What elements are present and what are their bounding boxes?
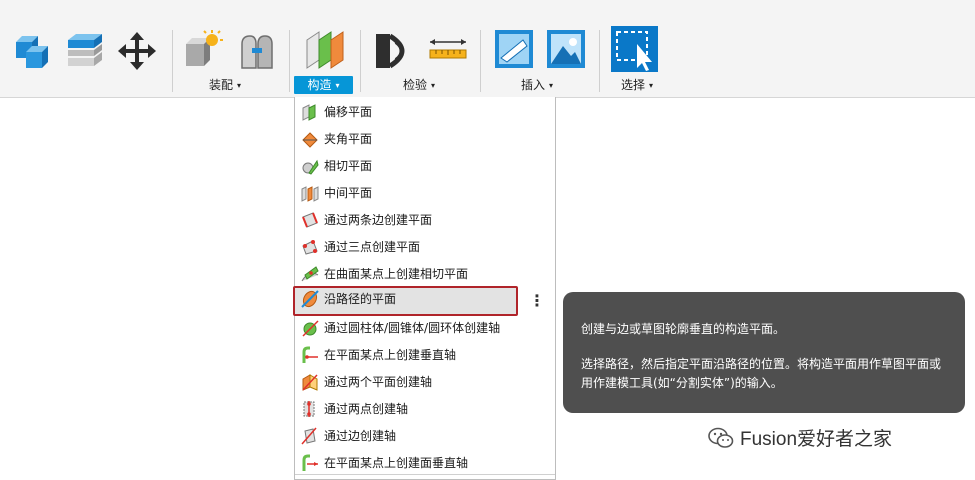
menu-item-axis-through-cylinder[interactable]: 通过圆柱体/圆锥体/圆环体创建轴 [295, 315, 555, 341]
menu-item-label: 中间平面 [324, 186, 373, 200]
menu-item-label: 通过三点创建平面 [324, 240, 421, 254]
menu-item-plane-through-three-points[interactable]: 通过三点创建平面 [295, 234, 555, 260]
menu-item-label: 偏移平面 [324, 105, 373, 119]
toolbar-separator [172, 30, 173, 92]
menu-item-label: 沿路径的平面 [324, 292, 397, 306]
group-label-text: 装配 [208, 78, 233, 92]
menu-item-label: 在平面某点上创建垂直轴 [324, 348, 457, 362]
move-icon[interactable] [118, 32, 156, 70]
toolbar-separator [289, 30, 290, 92]
caret-down-icon: ▾ [649, 81, 654, 90]
menu-item-label: 在平面某点上创建面垂直轴 [324, 456, 469, 470]
menu-item-label: 通过边创建轴 [324, 429, 397, 443]
plane-tangent-to-face-at-point-icon [301, 266, 319, 282]
menu-item-tangent-plane[interactable]: 相切平面 [295, 153, 555, 179]
measure-icon[interactable] [374, 30, 416, 72]
watermark-text: Fusion爱好者之家 [740, 429, 893, 450]
toolbar-separator [599, 30, 600, 92]
box-icon[interactable] [12, 30, 54, 72]
menu-item-axis-through-two-planes[interactable]: 通过两个平面创建轴 [295, 369, 555, 395]
menu-item-label: 通过两条边创建平面 [324, 213, 433, 227]
plane-through-three-points-icon [302, 240, 318, 255]
group-inspect[interactable]: 检验 ▾ [393, 76, 445, 94]
plane-along-path-icon [301, 290, 319, 308]
axis-through-two-points-icon [303, 401, 315, 417]
offset-plane-icon[interactable] [305, 28, 347, 72]
axis-through-cylinder-icon [302, 320, 319, 337]
new-component-icon[interactable] [182, 30, 224, 72]
midplane-icon [301, 186, 319, 202]
menu-item-plane-through-two-edges[interactable]: 通过两条边创建平面 [295, 207, 555, 233]
menu-item-label: 相切平面 [324, 159, 373, 173]
tooltip: 创建与边或草图轮廓垂直的构造平面。 选择路径，然后指定平面沿路径的位置。将构造平… [563, 292, 965, 413]
group-label-text: 插入 [520, 78, 545, 92]
menu-item-offset-plane[interactable]: 偏移平面 [295, 99, 555, 125]
axis-perpendicular-at-point-icon [302, 346, 318, 363]
caret-down-icon: ▾ [237, 81, 242, 90]
plane-at-angle-icon [302, 132, 318, 148]
group-label-text: 选择 [620, 78, 645, 92]
menu-item-axis-perpendicular-to-face[interactable]: 在平面某点上创建面垂直轴 [295, 450, 555, 476]
menu-item-plane-at-angle[interactable]: 夹角平面 [295, 126, 555, 152]
group-select[interactable]: 选择 ▾ [611, 76, 663, 94]
caret-down-icon: ▾ [549, 81, 554, 90]
insert-decal-icon[interactable] [493, 28, 535, 70]
tooltip-title: 创建与边或草图轮廓垂直的构造平面。 [581, 322, 786, 336]
menu-item-label: 通过圆柱体/圆锥体/圆环体创建轴 [324, 321, 501, 335]
toolbar-separator [360, 30, 361, 92]
group-insert[interactable]: 插入 ▾ [511, 76, 563, 94]
caret-down-icon: ▾ [431, 81, 436, 90]
menu-item-midplane[interactable]: 中间平面 [295, 180, 555, 206]
menu-item-label: 夹角平面 [324, 132, 373, 146]
group-label-text: 检验 [402, 78, 427, 92]
toolbar: 构造 ▾ 装配 ▾ 检验 ▾ 插入 ▾ 选择 ▾ [0, 0, 975, 98]
axis-perpendicular-to-face-icon [302, 454, 318, 471]
menu-divider [295, 474, 555, 475]
group-label-text: 构造 [307, 78, 332, 92]
group-assemble[interactable]: 装配 ▾ [200, 76, 250, 94]
axis-through-two-planes-icon [302, 374, 318, 391]
offset-plane-icon [302, 104, 316, 121]
watermark: Fusion爱好者之家 [708, 424, 892, 454]
menu-item-axis-through-edge[interactable]: 通过边创建轴 [295, 423, 555, 449]
menu-item-axis-through-two-points[interactable]: 通过两点创建轴 [295, 396, 555, 422]
menu-item-axis-perpendicular-at-point[interactable]: 在平面某点上创建垂直轴 [295, 342, 555, 368]
plane-through-two-edges-icon [302, 212, 318, 228]
axis-through-edge-icon [301, 427, 317, 445]
joint-icon[interactable] [236, 30, 276, 72]
more-vertical-icon[interactable]: ⋮ [527, 290, 547, 312]
insert-image-icon[interactable] [545, 28, 587, 70]
tangent-plane-icon [302, 159, 319, 175]
tooltip-body: 选择路径，然后指定平面沿路径的位置。将构造平面用作草图平面或用作建模工具(如“分… [581, 357, 942, 390]
group-construct[interactable]: 构造 ▾ [294, 76, 353, 94]
toolbar-separator [480, 30, 481, 92]
menu-item-label: 在曲面某点上创建相切平面 [324, 267, 469, 281]
stack-icon[interactable] [64, 30, 106, 72]
construct-dropdown-menu: 偏移平面 夹角平面 相切平面 中间平面 通过两条边创建平面 通过三点创建平面 在… [293, 97, 556, 480]
wechat-icon [708, 427, 734, 448]
caret-down-icon: ▾ [335, 81, 340, 90]
select-icon[interactable] [611, 26, 658, 72]
ruler-icon[interactable] [428, 38, 468, 62]
menu-item-label: 通过两个平面创建轴 [324, 375, 433, 389]
menu-item-plane-tangent-to-face-at-point[interactable]: 在曲面某点上创建相切平面 [295, 261, 555, 287]
menu-item-plane-along-path[interactable]: 沿路径的平面 [293, 286, 518, 316]
menu-item-label: 通过两点创建轴 [324, 402, 409, 416]
